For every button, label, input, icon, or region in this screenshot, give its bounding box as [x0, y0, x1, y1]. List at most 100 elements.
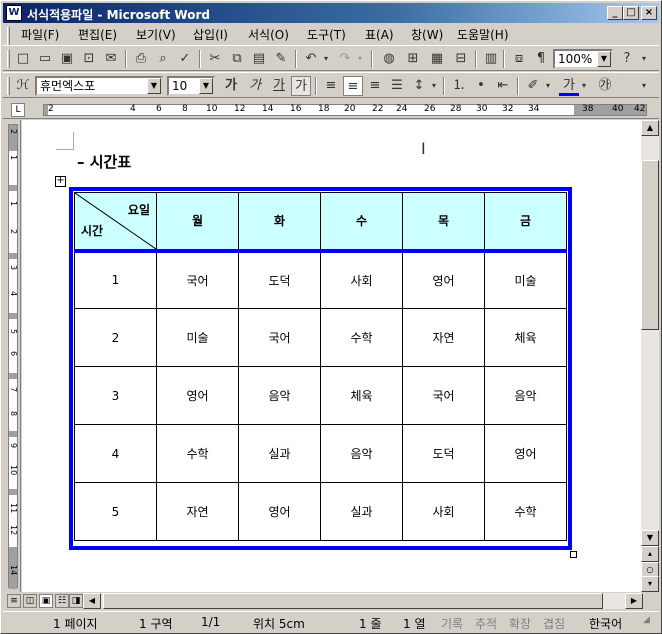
- status-column[interactable]: 1 열: [403, 615, 426, 631]
- justify-icon[interactable]: ☰: [387, 76, 407, 96]
- close-button[interactable]: ×: [641, 6, 657, 20]
- highlight-icon[interactable]: ✐: [523, 76, 543, 96]
- insert-excel-icon[interactable]: ⊟: [451, 49, 471, 69]
- insert-table-icon[interactable]: ▦: [427, 49, 447, 69]
- highlight-dropdown-icon[interactable]: ▾: [543, 76, 553, 96]
- format-toolbar-grip[interactable]: [7, 77, 10, 95]
- undo-dropdown-icon[interactable]: ▾: [321, 49, 331, 69]
- reading-view-icon[interactable]: ◨: [69, 594, 83, 608]
- vruler-row-marker[interactable]: [9, 313, 17, 319]
- subject-cell[interactable]: 음악: [320, 424, 403, 483]
- web-layout-view-icon[interactable]: ◫: [23, 594, 37, 608]
- menu-view[interactable]: 보기(V): [136, 26, 176, 43]
- help-icon[interactable]: ?: [617, 49, 637, 69]
- line-spacing-dropdown-icon[interactable]: ▾: [429, 76, 439, 96]
- period-cell[interactable]: 5: [74, 482, 157, 541]
- line-spacing-icon[interactable]: ↕: [409, 76, 429, 96]
- table-move-handle-icon[interactable]: +: [55, 176, 66, 187]
- paste-icon[interactable]: ▤: [249, 49, 269, 69]
- vertical-scroll-thumb[interactable]: [641, 160, 659, 330]
- subject-cell[interactable]: 미술: [484, 250, 567, 309]
- document-map-icon[interactable]: ⧈: [509, 49, 529, 69]
- scroll-down-icon[interactable]: ▼: [641, 530, 659, 546]
- menu-help[interactable]: 도움말(H): [457, 26, 509, 43]
- menu-insert[interactable]: 삽입(I): [193, 26, 228, 43]
- day-header-cell[interactable]: 월: [156, 192, 239, 253]
- document-area[interactable]: I – 시간표 + 요일 시간 월 화 수 목 금 1 국어 도덕 사회 영어 …: [22, 120, 641, 592]
- subject-cell[interactable]: 국어: [402, 366, 485, 425]
- subject-cell[interactable]: 실과: [238, 424, 321, 483]
- subject-cell[interactable]: 영어: [156, 366, 239, 425]
- format-painter-icon[interactable]: ✎: [271, 49, 291, 69]
- previous-page-icon[interactable]: ▴: [641, 546, 659, 562]
- horizontal-scroll-thumb[interactable]: [103, 593, 603, 609]
- vertical-ruler[interactable]: 2 1 1 2 3 4 5 6 7 8 9 10 11 12 14: [3, 120, 21, 592]
- day-header-cell[interactable]: 화: [238, 192, 321, 253]
- minimize-button[interactable]: _: [607, 6, 623, 20]
- outline-view-icon[interactable]: ☷: [55, 594, 69, 608]
- scroll-right-icon[interactable]: ▶: [625, 593, 643, 609]
- shadow-text-button[interactable]: 가: [291, 76, 311, 96]
- menu-tools[interactable]: 도구(T): [307, 26, 346, 43]
- align-right-icon[interactable]: ≡: [365, 76, 385, 96]
- status-pages[interactable]: 1/1: [201, 615, 220, 631]
- redo-dropdown-icon[interactable]: ▾: [355, 49, 365, 69]
- subject-cell[interactable]: 실과: [320, 482, 403, 541]
- document-heading[interactable]: – 시간표: [77, 151, 131, 172]
- bold-button[interactable]: 가: [221, 76, 241, 96]
- menu-table[interactable]: 표(A): [365, 26, 394, 43]
- status-section[interactable]: 1 구역: [139, 615, 173, 631]
- vruler-row-marker[interactable]: [9, 253, 17, 259]
- font-color-button[interactable]: 가: [559, 76, 579, 96]
- subject-cell[interactable]: 수학: [484, 482, 567, 541]
- menu-grip[interactable]: [7, 27, 10, 45]
- font-size-dropdown-icon[interactable]: ▼: [199, 78, 213, 94]
- word-app-icon[interactable]: W: [6, 5, 22, 21]
- scroll-left-icon[interactable]: ◀: [83, 593, 101, 609]
- size-grip-icon[interactable]: ◢: [643, 615, 650, 631]
- cut-scissors-icon[interactable]: ✂: [205, 49, 225, 69]
- scroll-up-icon[interactable]: ▲: [641, 120, 659, 136]
- subject-cell[interactable]: 도덕: [402, 424, 485, 483]
- menu-file[interactable]: 파일(F): [21, 26, 59, 43]
- email-icon[interactable]: ✉: [101, 49, 121, 69]
- subject-cell[interactable]: 사회: [402, 482, 485, 541]
- undo-icon[interactable]: ↶: [301, 49, 321, 69]
- zoom-combo[interactable]: 100% ▼: [553, 49, 613, 69]
- redo-icon[interactable]: ↷: [335, 49, 355, 69]
- horizontal-scroll-track[interactable]: ◀ ▶: [83, 593, 643, 609]
- open-folder-icon[interactable]: ▭: [35, 49, 55, 69]
- status-language[interactable]: 한국어: [589, 615, 622, 631]
- subject-cell[interactable]: 국어: [156, 250, 239, 309]
- toolbar-grip[interactable]: [7, 50, 10, 68]
- subject-cell[interactable]: 자연: [402, 308, 485, 367]
- styles-icon[interactable]: ℋ: [13, 76, 33, 96]
- ruler-number-indent[interactable]: 12: [234, 104, 245, 114]
- bullets-icon[interactable]: •: [471, 76, 491, 96]
- vruler-row-marker[interactable]: [9, 489, 17, 495]
- menu-edit[interactable]: 편집(E): [78, 26, 117, 43]
- vruler-row-marker[interactable]: [9, 431, 17, 437]
- horizontal-ruler[interactable]: L 2 4 6 8 10 12 14 16 18 20 22 24 26 28 …: [3, 101, 659, 119]
- subject-cell[interactable]: 음악: [484, 366, 567, 425]
- toolbar-options-icon[interactable]: ▾: [637, 49, 651, 69]
- next-page-icon[interactable]: ▾: [641, 576, 659, 592]
- day-header-cell[interactable]: 목: [402, 192, 485, 253]
- new-document-icon[interactable]: □: [13, 49, 33, 69]
- status-track-changes[interactable]: 추적: [475, 615, 497, 631]
- font-size-combo[interactable]: 10 ▼: [167, 76, 215, 96]
- subject-cell[interactable]: 자연: [156, 482, 239, 541]
- tab-selector-icon[interactable]: L: [11, 103, 25, 117]
- spelling-check-icon[interactable]: ✓: [175, 49, 195, 69]
- font-color-dropdown-icon[interactable]: ▾: [579, 76, 589, 96]
- status-position[interactable]: 위치 5cm: [253, 615, 305, 631]
- subject-cell[interactable]: 영어: [238, 482, 321, 541]
- subject-cell[interactable]: 음악: [238, 366, 321, 425]
- ruler-number-first-indent[interactable]: 6: [156, 104, 162, 114]
- subject-cell[interactable]: 도덕: [238, 250, 321, 309]
- print-icon[interactable]: ⎙: [131, 49, 151, 69]
- font-dropdown-icon[interactable]: ▼: [147, 78, 161, 94]
- subject-cell[interactable]: 국어: [238, 308, 321, 367]
- maximize-button[interactable]: □: [623, 6, 639, 20]
- permission-icon[interactable]: ⊡: [79, 49, 99, 69]
